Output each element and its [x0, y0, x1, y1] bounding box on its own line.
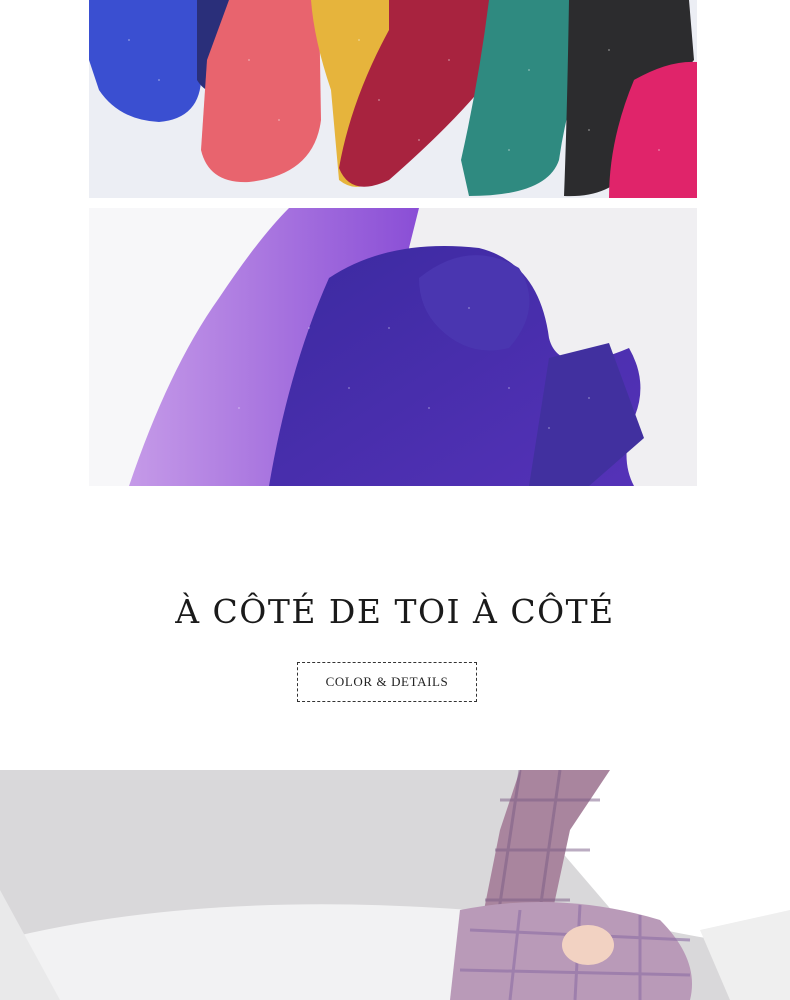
color-details-label: COLOR & DETAILS [325, 674, 449, 689]
color-details-button[interactable]: COLOR & DETAILS [297, 662, 477, 702]
section-title: À CÔTÉ DE TOI À CÔTÉ [175, 592, 615, 631]
socks-row-photo [89, 0, 697, 198]
purple-socks-photo [89, 208, 697, 486]
model-photo [0, 770, 790, 1000]
